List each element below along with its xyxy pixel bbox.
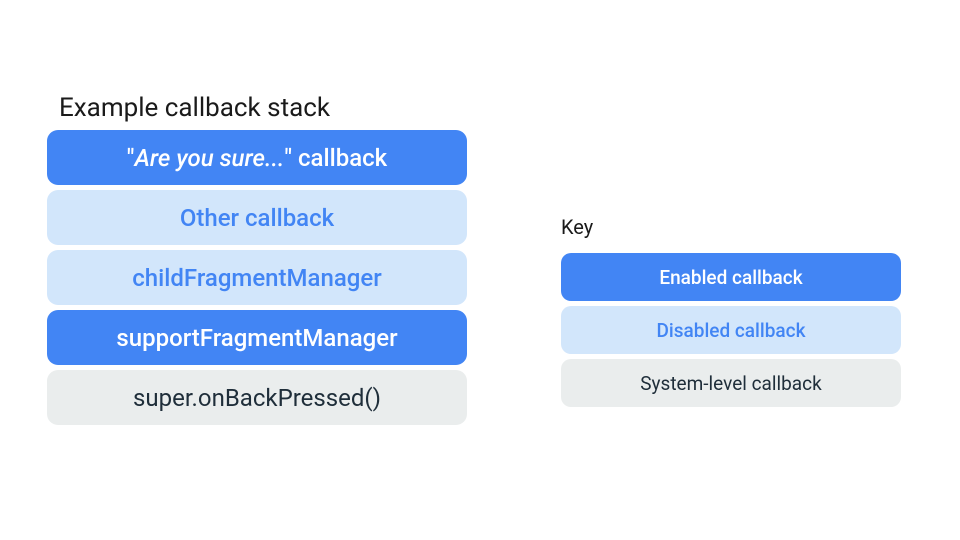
callback-stack: "Are you sure..." callback Other callbac… <box>47 130 467 425</box>
label-italic: Are you sure... <box>134 144 284 172</box>
stack-item: super.onBackPressed() <box>47 370 467 425</box>
stack-item-label: "Are you sure..." callback <box>127 144 387 172</box>
stack-item-label: Other callback <box>180 204 334 232</box>
stack-item: "Are you sure..." callback <box>47 130 467 185</box>
key-item-label: System-level callback <box>640 372 821 395</box>
stack-item: Other callback <box>47 190 467 245</box>
key-legend: Enabled callback Disabled callback Syste… <box>561 253 901 407</box>
key-title: Key <box>561 215 593 239</box>
key-item-label: Enabled callback <box>659 266 802 289</box>
key-item: Disabled callback <box>561 306 901 354</box>
key-item-label: Disabled callback <box>657 319 806 342</box>
stack-item-label: childFragmentManager <box>132 264 381 292</box>
stack-item-label: supportFragmentManager <box>116 324 397 352</box>
key-item: System-level callback <box>561 359 901 407</box>
key-item: Enabled callback <box>561 253 901 301</box>
stack-item-label: super.onBackPressed() <box>133 384 381 412</box>
stack-item: supportFragmentManager <box>47 310 467 365</box>
label-suffix: " callback <box>284 144 387 172</box>
stack-item: childFragmentManager <box>47 250 467 305</box>
stack-title: Example callback stack <box>59 93 330 123</box>
